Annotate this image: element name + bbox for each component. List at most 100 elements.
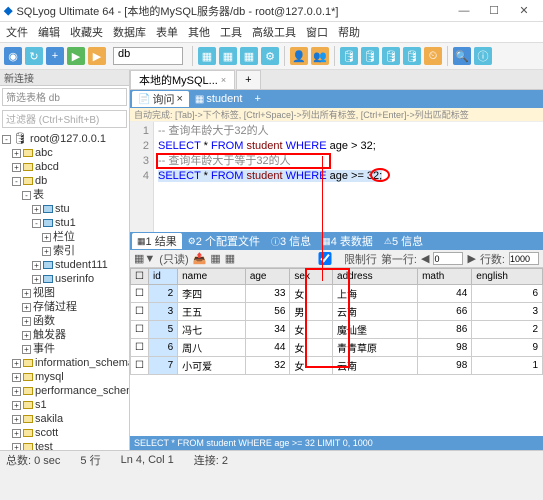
- table-tab[interactable]: ▦ student: [189, 91, 249, 107]
- next-page-icon[interactable]: ▶: [467, 252, 475, 265]
- status-cursor: Ln 4, Col 1: [121, 454, 174, 466]
- tool-icon-1[interactable]: ▦: [198, 47, 216, 65]
- grid-toolbar: ▦▼ (只读) 📤 ▦ ▦ 限制行 第一行: ◀ ▶ 行数:: [130, 250, 543, 268]
- sidebar-header: 新连接: [0, 70, 129, 86]
- query-status: SELECT * FROM student WHERE age >= 32 LI…: [130, 436, 543, 450]
- col-math[interactable]: math: [418, 269, 472, 285]
- db-icon-3[interactable]: 🛢: [382, 47, 400, 65]
- result-tab-4[interactable]: ▦ 4 表数据: [317, 233, 378, 249]
- tool-icon-3[interactable]: ▦: [240, 47, 258, 65]
- filter-hint[interactable]: 过滤器 (Ctrl+Shift+B): [2, 110, 127, 128]
- result-tab-3[interactable]: ⓘ 3 信息: [266, 233, 316, 249]
- tree-db: -db: [2, 174, 127, 188]
- table-row[interactable]: ☐5冯七34女魔仙堡862: [131, 321, 543, 339]
- grid-header-row: ☐ id name age sex address math english: [131, 269, 543, 285]
- tree-group: +视图: [2, 286, 127, 300]
- menu-database[interactable]: 数据库: [113, 24, 146, 40]
- result-grid[interactable]: ☐ id name age sex address math english ☐…: [130, 268, 543, 436]
- code-area[interactable]: -- 查询年龄大于32的人 SELECT * FROM student WHER…: [154, 122, 543, 232]
- rows-label: 行数:: [480, 251, 505, 267]
- table-row[interactable]: ☐3王五56男云南663: [131, 303, 543, 321]
- object-tree[interactable]: -🛢 root@127.0.0.1 +abc +abcd -db -表 +stu…: [0, 130, 129, 450]
- query-tab[interactable]: 📄 询问 ×: [132, 91, 189, 107]
- schedule-icon[interactable]: ⏲: [424, 47, 442, 65]
- table-row[interactable]: ☐2李四33女上海446: [131, 285, 543, 303]
- db-icon-2[interactable]: 🛢: [361, 47, 379, 65]
- grid-tool-icon[interactable]: ▦: [210, 252, 220, 265]
- database-selector[interactable]: db: [113, 47, 183, 65]
- search-icon[interactable]: 🔍: [453, 47, 471, 65]
- tab-close-icon: ×: [221, 75, 226, 85]
- checkbox-header[interactable]: ☐: [131, 269, 149, 285]
- table-row[interactable]: ☐6周八44女青青草原989: [131, 339, 543, 357]
- db-icon-1[interactable]: 🛢: [340, 47, 358, 65]
- menu-advtools[interactable]: 高级工具: [252, 24, 296, 40]
- minimize-button[interactable]: —: [449, 1, 479, 21]
- sql-editor[interactable]: 1234 -- 查询年龄大于32的人 SELECT * FROM student…: [130, 122, 543, 232]
- execute-icon[interactable]: ▶: [67, 47, 85, 65]
- menu-fav[interactable]: 收藏夹: [70, 24, 103, 40]
- execute-all-icon[interactable]: ▶: [88, 47, 106, 65]
- tool-icon-4[interactable]: ⚙: [261, 47, 279, 65]
- users-icon[interactable]: 👥: [311, 47, 329, 65]
- toolbar: ◉ ↻ + ▶ ▶ db ▦ ▦ ▦ ⚙ 👤 👥 🛢 🛢 🛢 🛢 ⏲ 🔍 ⓘ: [0, 42, 543, 70]
- table-row[interactable]: ☐7小可爱32女云南981: [131, 357, 543, 375]
- firstrow-label: 第一行:: [381, 251, 417, 267]
- new-query-icon[interactable]: +: [46, 47, 64, 65]
- rows-input[interactable]: [509, 252, 539, 265]
- prev-page-icon[interactable]: ◀: [421, 252, 429, 265]
- menu-window[interactable]: 窗口: [306, 24, 328, 40]
- new-subtab[interactable]: +: [248, 91, 266, 107]
- col-age[interactable]: age: [245, 269, 290, 285]
- tree-sub: +索引: [2, 244, 127, 258]
- col-sex[interactable]: sex: [290, 269, 333, 285]
- info-icon[interactable]: ⓘ: [474, 47, 492, 65]
- col-id[interactable]: id: [148, 269, 177, 285]
- tree-table: +student111: [2, 258, 127, 272]
- col-english[interactable]: english: [472, 269, 543, 285]
- status-rows: 5 行: [80, 452, 100, 468]
- tool-icon-2[interactable]: ▦: [219, 47, 237, 65]
- connection-tab[interactable]: 本地的MySQL...×: [130, 70, 235, 89]
- db-icon-4[interactable]: 🛢: [403, 47, 421, 65]
- new-tab[interactable]: +: [236, 70, 260, 89]
- editor-tabs: 📄 询问 × ▦ student +: [130, 90, 543, 108]
- result-tab-5[interactable]: ⚠ 5 信息: [379, 233, 428, 249]
- close-button[interactable]: ✕: [509, 1, 539, 21]
- tree-db: +abc: [2, 146, 127, 160]
- menu-file[interactable]: 文件: [6, 24, 28, 40]
- new-connection-icon[interactable]: ◉: [4, 47, 22, 65]
- line-gutter: 1234: [130, 122, 154, 232]
- col-name[interactable]: name: [178, 269, 246, 285]
- tree-db: +scott: [2, 426, 127, 440]
- export-icon[interactable]: 📤: [193, 252, 207, 265]
- limit-checkbox[interactable]: [310, 252, 340, 265]
- tree-db: +information_schema: [2, 356, 127, 370]
- tree-group: +触发器: [2, 328, 127, 342]
- grid-tool-icon[interactable]: ▦: [225, 252, 235, 265]
- menu-table[interactable]: 表单: [156, 24, 178, 40]
- menu-edit[interactable]: 编辑: [38, 24, 60, 40]
- maximize-button[interactable]: ☐: [479, 1, 509, 21]
- result-tab-1[interactable]: ▦ 1 结果: [132, 233, 182, 249]
- separator: [192, 46, 193, 66]
- menu-other[interactable]: 其他: [188, 24, 210, 40]
- firstrow-input[interactable]: [433, 252, 463, 265]
- filter-input[interactable]: 筛选表格 db: [2, 88, 127, 106]
- col-address[interactable]: address: [333, 269, 418, 285]
- tree-db: +performance_schema: [2, 384, 127, 398]
- grid-mode-icon[interactable]: ▦▼: [134, 252, 155, 265]
- tree-table: +userinfo: [2, 272, 127, 286]
- titlebar: ◆ SQLyog Ultimate 64 - [本地的MySQL服务器/db -…: [0, 0, 543, 22]
- tree-group: +事件: [2, 342, 127, 356]
- autocomplete-hint: 自动完成: [Tab]->下个标签, [Ctrl+Space]->列出所有标签,…: [130, 108, 543, 122]
- user-icon[interactable]: 👤: [290, 47, 308, 65]
- menu-tools[interactable]: 工具: [220, 24, 242, 40]
- refresh-icon[interactable]: ↻: [25, 47, 43, 65]
- readonly-label: (只读): [159, 251, 188, 267]
- menubar: 文件 编辑 收藏夹 数据库 表单 其他 工具 高级工具 窗口 帮助: [0, 22, 543, 42]
- tree-db: +abcd: [2, 160, 127, 174]
- result-tab-2[interactable]: ⚙ 2 个配置文件: [183, 233, 265, 249]
- tree-table: -stu1: [2, 216, 127, 230]
- menu-help[interactable]: 帮助: [338, 24, 360, 40]
